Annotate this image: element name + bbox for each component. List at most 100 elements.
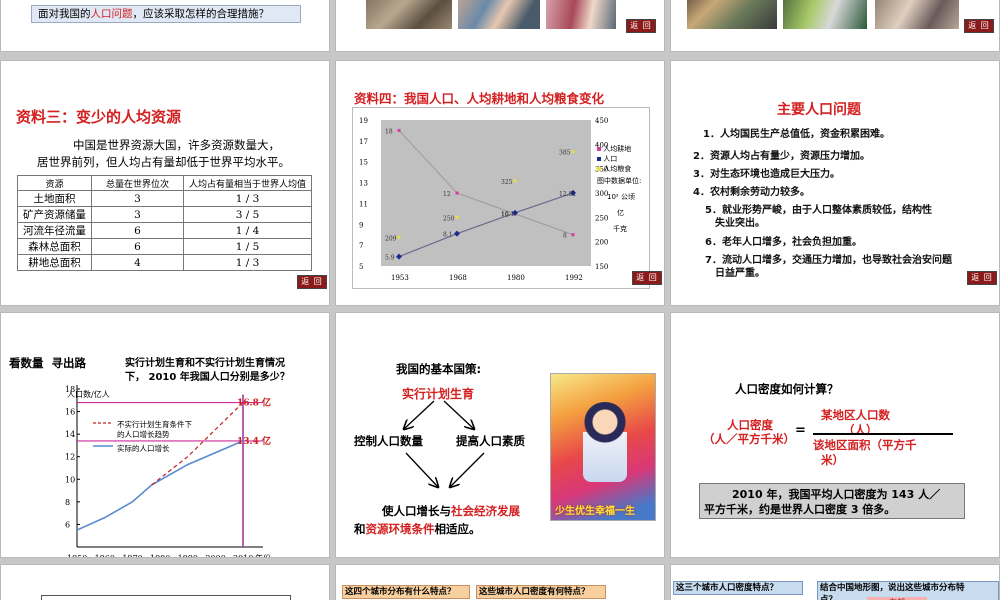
fraction-bar bbox=[813, 433, 953, 435]
data-label: 250 bbox=[443, 215, 455, 222]
x-tick: 1970 bbox=[122, 554, 142, 557]
slide-thumbnail-11[interactable]: 这四个城市分布有什么特点？ 这些城市人口密度有何特点？ bbox=[335, 564, 665, 600]
list-item: 3．对生态环境也造成巨大压力。 bbox=[693, 169, 840, 180]
slide-thumbnail-6[interactable]: 主要人口问题 1．人均国民生产总值低，资金积累困难。 2．资源人均占有量少，资源… bbox=[670, 60, 1000, 306]
back-button[interactable]: 返 回 bbox=[632, 271, 662, 285]
value-label-high: 16.8 亿 bbox=[237, 397, 271, 409]
value-label-low: 13.4 亿 bbox=[237, 435, 271, 447]
fact-line-2: 平方千米，约是世界人口密度 3 倍多。 bbox=[704, 503, 896, 516]
slide-title: 资料四：我国人口、人均耕地和人均粮食变化 bbox=[354, 91, 605, 106]
back-button[interactable]: 返 回 bbox=[297, 275, 327, 289]
slide-thumbnail-3[interactable]: 返 回 bbox=[670, 0, 1000, 52]
y-tick: 6 bbox=[65, 520, 70, 529]
data-point bbox=[513, 179, 517, 183]
photo-crowd-1 bbox=[366, 0, 452, 29]
y-tick: 8 bbox=[65, 498, 70, 507]
question-text-end: ，应该采取怎样的合理措施？ bbox=[132, 8, 270, 20]
formula-numerator-1: 某地区人口数 bbox=[821, 408, 890, 422]
density-fact-box: 2010 年，我国平均人口密度为 143 人／ 平方千米，约是世界人口密度 3 … bbox=[699, 483, 965, 519]
back-button[interactable]: 返 回 bbox=[626, 19, 656, 33]
table-cell: 1 / 3 bbox=[183, 190, 312, 207]
data-point bbox=[397, 128, 401, 132]
legend-item: 人口 bbox=[597, 154, 649, 164]
table-header: 人均占有量相当于世界人均值 bbox=[183, 175, 312, 191]
data-point bbox=[455, 191, 459, 195]
list-item: 日益严重。 bbox=[715, 268, 765, 279]
family-planning-poster: 少生优生幸福一生 bbox=[550, 373, 656, 521]
x-tick: 1992 bbox=[565, 274, 583, 282]
y-tick: 12 bbox=[65, 453, 75, 462]
question-highlight: 人口问题 bbox=[90, 8, 133, 20]
y-tick-left: 19 bbox=[359, 117, 368, 125]
table-row: 森林总面积 6 1 / 5 bbox=[17, 238, 312, 255]
table-cell: 土地面积 bbox=[17, 190, 92, 207]
question-text: 面对我国的 bbox=[38, 8, 91, 20]
x-tick: 2000 bbox=[205, 554, 225, 557]
formula-denominator-1: 该地区面积（平方千 bbox=[813, 438, 917, 452]
photo-crowd-2 bbox=[458, 0, 540, 29]
data-label: 18 bbox=[385, 128, 393, 135]
photo-crowd-6 bbox=[875, 0, 959, 29]
y-tick-left: 5 bbox=[359, 263, 363, 271]
data-point bbox=[571, 233, 575, 237]
y-tick: 14 bbox=[65, 430, 75, 439]
y-tick: 18 bbox=[65, 385, 75, 394]
goal-highlight: 资源环境条件 bbox=[365, 522, 435, 536]
goal-text: 和 bbox=[354, 522, 366, 536]
photo-crowd-3 bbox=[546, 0, 616, 29]
data-label: 5.9 bbox=[385, 255, 395, 262]
table-cell: 1 / 4 bbox=[183, 222, 312, 239]
slide-thumbnail-7[interactable]: 看数量 寻出路 实行计划生育和不实行计划生育情况 下， 2010 年我国人口分别… bbox=[0, 312, 330, 558]
goal-text: 使人口增长与 bbox=[382, 504, 451, 518]
population-projection-chart: 人口数/亿人1816141210861950196019701980199020… bbox=[65, 385, 271, 557]
question-box-1: 这三个城市人口密度特点？ bbox=[673, 581, 803, 595]
slide-thumbnail-1[interactable]: 面对我国的人口问题，应该采取怎样的合理措施？ bbox=[0, 0, 330, 52]
back-button[interactable]: 返 回 bbox=[964, 19, 994, 33]
list-item: 4．农村剩余劳动力较多。 bbox=[693, 187, 810, 198]
x-tick: 1980 bbox=[507, 274, 525, 282]
y-tick-left: 17 bbox=[359, 138, 368, 146]
intro-line-2: 居世界前列，但人均占有量却低于世界平均水平。 bbox=[37, 155, 290, 169]
text-box-outline bbox=[41, 595, 291, 600]
goal-highlight: 社会经济发展 bbox=[451, 504, 520, 518]
policy-goal-line-1: 使人口增长与社会经济发展 bbox=[382, 503, 520, 519]
table-cell: 3 bbox=[91, 206, 184, 223]
question-box: 面对我国的人口问题，应该采取怎样的合理措施？ bbox=[31, 5, 301, 23]
data-label: 209 bbox=[385, 235, 397, 242]
question-box-1: 这四个城市分布有什么特点？ bbox=[342, 585, 470, 599]
policy-arrows bbox=[336, 400, 485, 513]
slide-heading: 看数量 寻出路 bbox=[9, 356, 87, 370]
y-tick-left: 11 bbox=[359, 200, 368, 208]
slide-thumbnail-4[interactable]: 资料三：变少的人均资源 中国是世界资源大国，许多资源数量大， 居世界前列，但人均… bbox=[0, 60, 330, 306]
x-tick: 1950 bbox=[67, 554, 87, 557]
slide-title: 资料三：变少的人均资源 bbox=[16, 108, 182, 126]
data-label: 325 bbox=[501, 179, 513, 186]
slide-thumbnail-9[interactable]: 人口密度如何计算？ 人口密度 （人／平方千米） = 某地区人口数 （人） 该地区… bbox=[670, 312, 1000, 558]
slide-thumbnail-2[interactable]: 返 回 bbox=[335, 0, 665, 52]
slide-thumbnail-12[interactable]: 这三个城市人口密度特点？ 结合中国地形图，说出这些城市分布特 点？ 东部 bbox=[670, 564, 1000, 600]
table-header: 总量在世界位次 bbox=[91, 175, 184, 191]
y-tick-left: 7 bbox=[359, 242, 363, 250]
data-label: 12.01 bbox=[559, 191, 576, 198]
legend-item: 人均粮食 bbox=[597, 164, 649, 174]
slide-thumbnail-8[interactable]: 我国的基本国策: 实行计划生育 控制人口数量 提高人口素质 使人口增长与社会经济… bbox=[335, 312, 665, 558]
x-tick: 1980 bbox=[150, 554, 170, 557]
table-cell: 6 bbox=[91, 238, 184, 255]
list-item: 6．老年人口增多，社会负担加重。 bbox=[705, 237, 862, 248]
series-line bbox=[76, 440, 244, 531]
slide-thumbnail-10[interactable] bbox=[0, 564, 330, 600]
y-tick-left: 9 bbox=[359, 221, 363, 229]
table-row: 河流年径流量 6 1 / 4 bbox=[17, 222, 312, 239]
back-button[interactable]: 返 回 bbox=[967, 271, 997, 285]
slide-thumbnail-5[interactable]: 资料四：我国人口、人均耕地和人均粮食变化 19 17 15 13 11 9 7 5 450 400… bbox=[335, 60, 665, 306]
question-text: 结合中国地形图，说出这些城市分布特 bbox=[820, 583, 965, 593]
list-item: 1．人均国民生产总值低，资金积累困难。 bbox=[703, 129, 890, 140]
legend-unit: 10² 公顷 bbox=[607, 193, 635, 201]
x-tick: 1953 bbox=[391, 274, 409, 282]
table-cell: 6 bbox=[91, 222, 184, 239]
policy-goal-line-2: 和资源环境条件相适应。 bbox=[354, 521, 481, 537]
x-tick: 1968 bbox=[449, 274, 467, 282]
poster-figure bbox=[583, 402, 627, 482]
x-tick: 1990 bbox=[178, 554, 198, 557]
table-cell: 1 / 5 bbox=[183, 238, 312, 255]
